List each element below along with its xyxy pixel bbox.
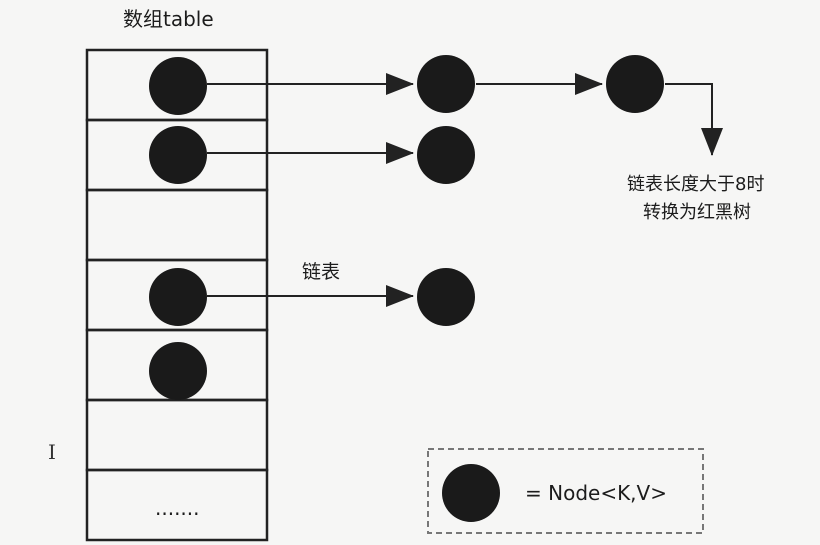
bucket-node-1 bbox=[149, 126, 207, 184]
linked-list-label: 链表 bbox=[302, 261, 340, 283]
bucket-cell-2 bbox=[85, 188, 269, 262]
legend-node-icon bbox=[442, 464, 500, 522]
chain-node-1-1 bbox=[417, 126, 475, 184]
treeify-note-line-2: 转换为红黑树 bbox=[643, 202, 751, 223]
array-title: 数组table bbox=[123, 7, 214, 31]
ellipsis-label: ....... bbox=[155, 496, 200, 520]
bucket-cell-5 bbox=[85, 398, 269, 472]
bucket-node-3 bbox=[149, 268, 207, 326]
text-cursor-icon: I bbox=[48, 440, 56, 464]
chain-node-3-1 bbox=[417, 268, 475, 326]
treeify-note-line-1: 链表长度大于8时 bbox=[627, 174, 764, 195]
legend-text: = Node<K,V> bbox=[525, 481, 667, 505]
treeify-connector bbox=[665, 83, 713, 150]
chain-node-0-1 bbox=[417, 55, 475, 113]
chain-node-0-2 bbox=[606, 55, 664, 113]
hashmap-structure-diagram: 数组table ....... 链表长度大于8时 转换为红黑树 链表 = Nod… bbox=[85, 7, 764, 542]
bucket-node-0 bbox=[149, 57, 207, 115]
bucket-node-4 bbox=[149, 342, 207, 400]
